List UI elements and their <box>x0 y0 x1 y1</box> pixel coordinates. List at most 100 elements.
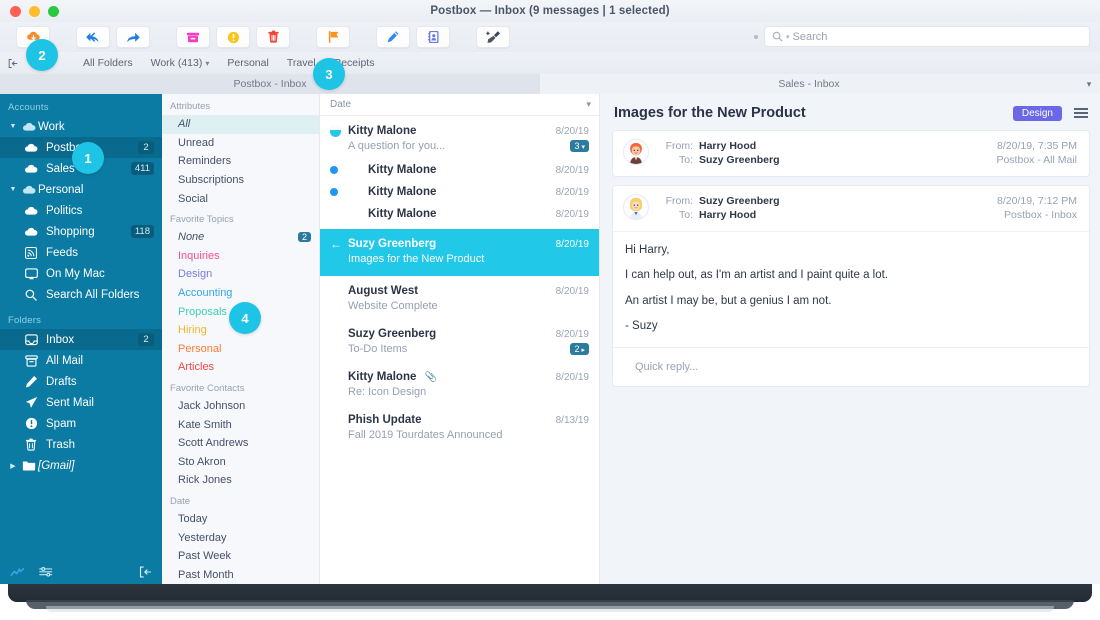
attribute-item-reminders[interactable]: Reminders <box>162 152 319 171</box>
tab-overflow-button[interactable]: ▾ <box>1078 74 1100 94</box>
message-date: 8/20/19 <box>555 328 589 340</box>
folder-filter-work[interactable]: Work (413) ▾ <box>142 57 219 69</box>
contact-item-sto-akron[interactable]: Sto Akron <box>162 453 319 472</box>
contact-item-rick-jones[interactable]: Rick Jones <box>162 471 319 490</box>
sidebar-item-on-my-mac[interactable]: On My Mac <box>0 263 162 284</box>
sidebar-item-shopping[interactable]: Shopping 118 <box>0 221 162 242</box>
forward-icon <box>126 32 140 42</box>
attribute-item-unread-label: Unread <box>178 136 215 149</box>
monitor-icon <box>22 267 40 280</box>
message-row-suzy-greenberg-images[interactable]: ← Suzy Greenberg 8/20/19 Images for the … <box>320 229 599 276</box>
topic-item-inquiries[interactable]: Inquiries <box>162 247 319 266</box>
message-sender: Suzy Greenberg <box>348 238 437 250</box>
sidebar-item-trash[interactable]: Trash <box>0 434 162 455</box>
message-list: Date ▾ Kitty Malone 8/20/19 A question f… <box>320 94 600 584</box>
folder-filter-bar: All Folders Work (413) ▾ Personal Travel … <box>0 52 1100 74</box>
sidebar-item-work[interactable]: ▼ Work <box>0 116 162 137</box>
sidebar-toggle-icon <box>8 58 18 68</box>
search-input[interactable]: ▾ Search <box>764 26 1090 47</box>
filters-icon[interactable] <box>39 565 53 583</box>
date-item-past-week[interactable]: Past Week <box>162 547 319 566</box>
rss-icon <box>22 246 40 259</box>
message-row-kitty-malone-3[interactable]: Kitty Malone 8/20/19 <box>320 181 599 203</box>
sidebar-item-drafts[interactable]: Drafts <box>0 371 162 392</box>
disclosure-down-icon[interactable]: ▼ <box>6 186 20 193</box>
message-row-august-west[interactable]: August West 8/20/19 Website Complete <box>320 276 599 319</box>
flag-button[interactable] <box>316 26 350 48</box>
topic-item-design[interactable]: Design <box>162 265 319 284</box>
disclosure-down-icon[interactable]: ▼ <box>6 123 20 130</box>
message-row-kitty-malone-question[interactable]: Kitty Malone 8/20/19 A question for you.… <box>320 116 599 159</box>
attribute-item-all[interactable]: All <box>162 115 319 134</box>
sidebar-item-search-all-folders[interactable]: Search All Folders <box>0 284 162 305</box>
contact-item-scott-andrews[interactable]: Scott Andrews <box>162 434 319 453</box>
date-item-past-month[interactable]: Past Month <box>162 565 319 584</box>
activity-icon[interactable] <box>10 565 25 583</box>
quick-reply-placeholder: Quick reply... <box>635 360 699 373</box>
tab-sales-inbox[interactable]: Sales - Inbox <box>540 74 1078 94</box>
junk-button[interactable] <box>216 26 250 48</box>
folder-filter-personal[interactable]: Personal <box>218 57 277 69</box>
search-scope-caret-icon[interactable]: ▾ <box>786 33 790 41</box>
callout-badge-4-number: 4 <box>241 310 249 326</box>
message-date: 8/20/19 <box>555 164 589 176</box>
topic-item-articles[interactable]: Articles <box>162 358 319 377</box>
message-folder: Postbox - Inbox <box>1004 209 1077 221</box>
message-row-suzy-greenberg-todo[interactable]: Suzy Greenberg 8/20/19 To-Do Items 2 ▸ <box>320 319 599 362</box>
sidebar-item-feeds[interactable]: Feeds <box>0 242 162 263</box>
sidebar-item-politics[interactable]: Politics <box>0 200 162 221</box>
sidebar-item-gmail[interactable]: ▶ [Gmail] <box>0 455 162 476</box>
sidebar-item-sent-mail-label: Sent Mail <box>46 396 94 409</box>
date-item-yesterday[interactable]: Yesterday <box>162 528 319 547</box>
quick-reply-field[interactable]: Quick reply... <box>613 346 1089 386</box>
message-row-kitty-malone-4[interactable]: Kitty Malone 8/20/19 <box>320 203 599 225</box>
clean-up-button[interactable] <box>476 26 510 48</box>
contact-item-jack-johnson[interactable]: Jack Johnson <box>162 397 319 416</box>
forward-button[interactable] <box>116 26 150 48</box>
sidebar-item-spam[interactable]: Spam <box>0 413 162 434</box>
archive-icon <box>186 32 200 42</box>
message-list-header[interactable]: Date ▾ <box>320 94 599 116</box>
message-actions-menu-icon[interactable] <box>1074 108 1088 118</box>
thread-marker-icon <box>330 125 348 137</box>
address-book-button[interactable] <box>416 26 450 48</box>
reading-pane: Images for the New Product Design From: … <box>600 94 1100 584</box>
sidebar-item-on-my-mac-label: On My Mac <box>46 267 105 280</box>
message-row-kitty-malone-icon-design[interactable]: Kitty Malone 📎 8/20/19 Re: Icon Design <box>320 362 599 405</box>
topic-item-none[interactable]: None 2 <box>162 228 319 247</box>
attribute-item-subscriptions[interactable]: Subscriptions <box>162 171 319 190</box>
sidebar-item-all-mail[interactable]: All Mail <box>0 350 162 371</box>
inbox-icon <box>22 333 40 346</box>
reader-message-harry-hood[interactable]: From: Harry Hood To: Suzy Greenberg 8/20… <box>612 130 1090 177</box>
sidebar-item-sent-mail[interactable]: Sent Mail <box>0 392 162 413</box>
sidebar-item-personal[interactable]: ▼ Personal <box>0 179 162 200</box>
reader-message-meta: 8/20/19, 7:12 PM Postbox - Inbox <box>997 194 1077 222</box>
sidebar-toggle-button[interactable] <box>8 58 18 69</box>
delete-button[interactable] <box>256 26 290 48</box>
message-thread-count[interactable]: 3 ▾ <box>570 140 589 152</box>
chevron-down-icon[interactable]: ▾ <box>586 99 591 110</box>
topic-item-personal[interactable]: Personal <box>162 340 319 359</box>
contact-item-kate-smith[interactable]: Kate Smith <box>162 415 319 434</box>
date-item-today[interactable]: Today <box>162 510 319 529</box>
archive-button[interactable] <box>176 26 210 48</box>
reader-message-suzy-greenberg[interactable]: From: Suzy Greenberg To: Harry Hood 8/20… <box>612 185 1090 387</box>
titlebar: Postbox — Inbox (9 messages | 1 selected… <box>0 0 1100 22</box>
disclosure-right-icon[interactable]: ▶ <box>6 462 20 470</box>
message-row-kitty-malone-2[interactable]: Kitty Malone 8/20/19 <box>320 159 599 181</box>
reply-all-button[interactable] <box>76 26 110 48</box>
attribute-item-subscriptions-label: Subscriptions <box>178 174 245 187</box>
callout-badge-2: 2 <box>26 39 58 71</box>
message-thread-count[interactable]: 2 ▸ <box>570 343 589 355</box>
attribute-item-unread[interactable]: Unread <box>162 134 319 153</box>
sidebar-item-inbox[interactable]: Inbox 2 <box>0 329 162 350</box>
message-row-phish-update[interactable]: Phish Update 8/13/19 Fall 2019 Tourdates… <box>320 405 599 448</box>
attribute-item-social[interactable]: Social <box>162 189 319 208</box>
folder-filter-all-folders[interactable]: All Folders <box>74 57 142 69</box>
topic-tag-badge[interactable]: Design <box>1012 105 1062 121</box>
tab-postbox-inbox[interactable]: Postbox - Inbox <box>0 74 540 94</box>
compose-button[interactable] <box>376 26 410 48</box>
attribute-item-all-label: All <box>178 118 191 131</box>
sign-out-icon[interactable] <box>139 565 152 583</box>
topic-item-accounting[interactable]: Accounting <box>162 284 319 303</box>
